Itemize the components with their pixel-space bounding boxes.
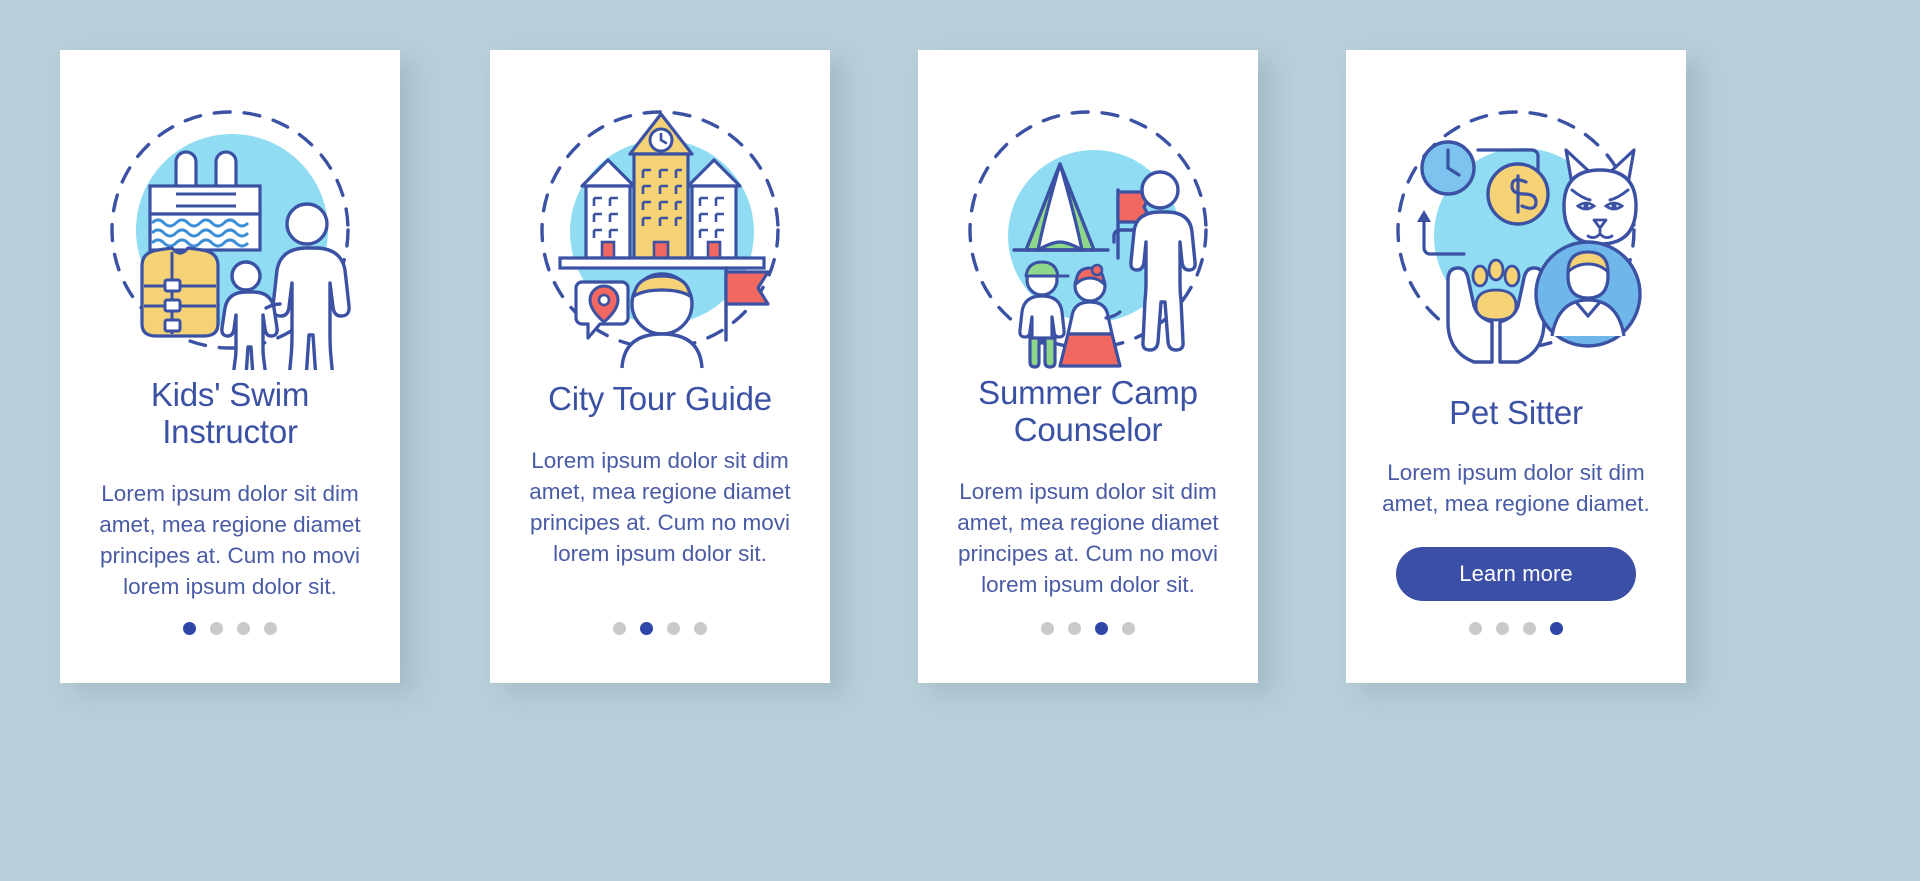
pagination-dot-2[interactable] (1496, 622, 1509, 635)
card-description: Lorem ipsum dolor sit dim amet, mea regi… (957, 479, 1219, 597)
card-description: Lorem ipsum dolor sit dim amet, mea regi… (529, 448, 791, 566)
card-title: Pet Sitter (1449, 394, 1583, 431)
pagination-dot-3[interactable] (1095, 622, 1108, 635)
card-title: City Tour Guide (548, 380, 772, 417)
pagination-dot-1[interactable] (1469, 622, 1482, 635)
pagination-dot-4[interactable] (264, 622, 277, 635)
onboarding-card-kids-swim-instructor[interactable]: Kids' Swim Instructor Lorem ipsum dolor … (60, 50, 400, 683)
card-description: Lorem ipsum dolor sit dim amet, mea regi… (1382, 460, 1650, 516)
onboarding-card-summer-camp-counselor[interactable]: Summer Camp Counselor Lorem ipsum dolor … (918, 50, 1258, 683)
pagination-dot-1[interactable] (183, 622, 196, 635)
summer-camp-counselor-illustration (938, 90, 1238, 370)
pet-sitter-illustration (1366, 90, 1666, 370)
pagination-dot-3[interactable] (1523, 622, 1536, 635)
pagination-dot-1[interactable] (613, 622, 626, 635)
onboarding-card-city-tour-guide[interactable]: City Tour Guide Lorem ipsum dolor sit di… (490, 50, 830, 683)
pagination-dot-2[interactable] (640, 622, 653, 635)
card-description: Lorem ipsum dolor sit dim amet, mea regi… (99, 481, 361, 599)
pagination-dot-2[interactable] (1068, 622, 1081, 635)
pagination-dots[interactable] (60, 622, 400, 635)
learn-more-button[interactable]: Learn more (1396, 547, 1636, 601)
pagination-dot-4[interactable] (1122, 622, 1135, 635)
pagination-dot-3[interactable] (237, 622, 250, 635)
swim-instructor-illustration (80, 90, 380, 370)
pagination-dot-3[interactable] (667, 622, 680, 635)
pagination-dot-2[interactable] (210, 622, 223, 635)
pagination-dot-4[interactable] (694, 622, 707, 635)
pagination-dots[interactable] (490, 622, 830, 635)
onboarding-screens-row: Kids' Swim Instructor Lorem ipsum dolor … (0, 0, 1920, 881)
pagination-dots[interactable] (918, 622, 1258, 635)
onboarding-card-pet-sitter[interactable]: Pet Sitter Lorem ipsum dolor sit dim ame… (1346, 50, 1686, 683)
pagination-dots[interactable] (1346, 622, 1686, 635)
pagination-dot-4[interactable] (1550, 622, 1563, 635)
pagination-dot-1[interactable] (1041, 622, 1054, 635)
city-tour-guide-illustration (510, 90, 810, 370)
card-title: Summer Camp Counselor (978, 374, 1198, 448)
card-title: Kids' Swim Instructor (150, 376, 310, 450)
